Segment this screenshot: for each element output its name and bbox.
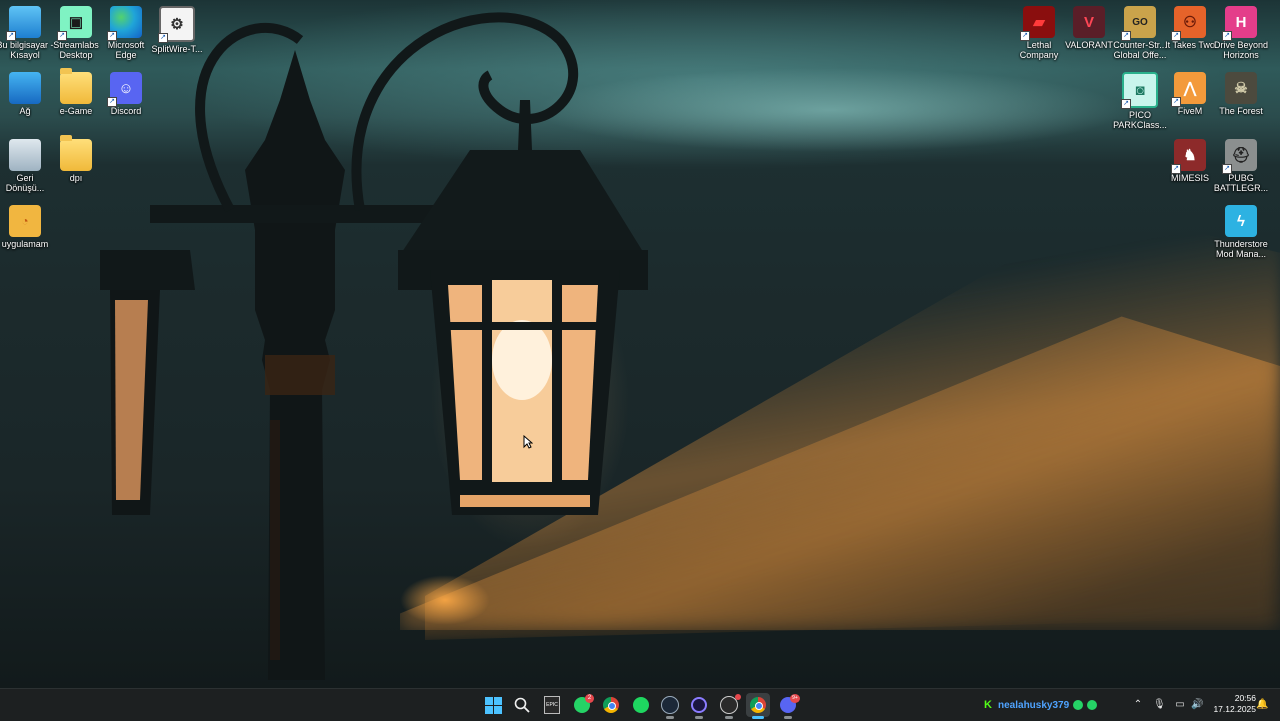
desktop-icon-uygulamam[interactable]: ◔ uygulamam	[0, 205, 54, 249]
windows-start-icon	[484, 696, 502, 714]
taskbar-whatsapp[interactable]: 2	[570, 693, 594, 717]
desktop-icon-the-forest[interactable]: ☠ The Forest	[1212, 72, 1270, 116]
the-forest-icon: ☠	[1225, 72, 1257, 104]
chrome-icon	[750, 697, 766, 713]
drive-beyond-horizons-icon: H ↗	[1222, 6, 1257, 41]
desktop-icon-dpi-folder[interactable]: dpı	[47, 135, 105, 183]
active-indicator	[752, 716, 764, 719]
desktop-icon-thunderstore[interactable]: ϟ Thunderstore Mod Mana...	[1212, 205, 1270, 259]
volume-icon[interactable]: 🔊	[1191, 699, 1203, 711]
edge-icon: ↗	[107, 6, 142, 41]
desktop-icon-valorant[interactable]: V VALORANT	[1060, 6, 1118, 50]
running-indicator	[666, 716, 674, 719]
steam-icon	[661, 696, 679, 714]
taskbar-steam[interactable]	[658, 693, 682, 719]
desktop-wallpaper	[0, 0, 1280, 688]
chrome-icon	[603, 697, 619, 713]
search-icon	[514, 697, 530, 713]
desktop-icon-label: FiveM	[1177, 106, 1203, 116]
network-icon	[9, 72, 41, 104]
computer-icon: ↗	[6, 6, 41, 41]
discord-icon: ☺ ↗	[107, 72, 142, 107]
desktop-icon-discord[interactable]: ☺ ↗ Discord	[97, 72, 155, 116]
desktop-icon-recycle-bin[interactable]: Geri Dönüşü...	[0, 139, 54, 193]
streamlabs-icon: ▣ ↗	[57, 6, 92, 41]
desktop-icon-label: uygulamam	[1, 239, 49, 249]
circle-app-icon	[691, 697, 707, 713]
chevron-up-icon[interactable]: ⌃	[1132, 699, 1144, 711]
taskbar-circle-app[interactable]	[687, 693, 711, 719]
desktop-icon-this-pc[interactable]: ↗ Bu bilgisayar - Kısayol	[0, 6, 54, 60]
kick-icon: K	[984, 699, 992, 711]
fivem-icon: ⋀ ↗	[1171, 72, 1206, 107]
desktop-icon-label: Bu bilgisayar - Kısayol	[0, 40, 54, 60]
taskbar-spotify[interactable]	[629, 693, 653, 717]
taskbar-discord[interactable]: 9+	[776, 693, 800, 719]
running-indicator	[725, 716, 733, 719]
desktop-icon-label: Discord	[110, 106, 142, 116]
desktop-icon-label: It Takes Two	[1165, 40, 1215, 50]
taskbar-tracker[interactable]	[717, 693, 741, 719]
whatsapp-tray-icon[interactable]	[1087, 700, 1098, 710]
desktop-icon-label: SplitWire-T...	[151, 44, 203, 54]
desktop-icon-label: MIMESIS	[1170, 173, 1209, 183]
folder-icon	[60, 68, 92, 104]
running-indicator	[695, 716, 703, 719]
desktop-icon-label: Thunderstore Mod Mana...	[1214, 239, 1268, 259]
notification-badge: 2	[585, 694, 594, 703]
network-tray-icon[interactable]: ▭	[1174, 699, 1186, 711]
desktop-icon-label: PUBG BATTLEGR...	[1213, 173, 1269, 193]
desktop-icon-fivem[interactable]: ⋀ ↗ FiveM	[1161, 72, 1219, 116]
notification-bell-icon[interactable]: 🔔	[1256, 699, 1268, 711]
desktop-icon-mimesis[interactable]: ♞ ↗ MIMESIS	[1161, 139, 1219, 183]
kick-status-widget[interactable]: K nealahusky379	[984, 698, 1098, 712]
desktop-icon-pubg[interactable]: ⛑ ↗ PUBG BATTLEGR...	[1212, 139, 1270, 193]
app-folder-icon: ◔	[9, 205, 41, 237]
desktop-icon-network[interactable]: Ağ	[0, 72, 54, 116]
taskbar-chrome-active[interactable]	[746, 693, 770, 719]
pico-park-icon: ◙ ↗	[1121, 72, 1158, 109]
desktop-icon-splitwire[interactable]: ⚙ ↗ SplitWire-T...	[148, 6, 206, 54]
desktop-icon-label: VALORANT	[1065, 40, 1113, 50]
notification-dot	[735, 694, 741, 700]
desktop-icon-label: Geri Dönüşü...	[5, 173, 45, 193]
taskbar: EPIC 2 9+ K nealahusky379 ⌃ 🎙 ▭ 🔊 20:56 …	[0, 688, 1280, 721]
it-takes-two-icon: ⚇ ↗	[1171, 6, 1206, 41]
whatsapp-tray-icon[interactable]	[1073, 700, 1084, 710]
splitwire-icon: ⚙ ↗	[158, 6, 195, 43]
desktop-icon-it-takes-two[interactable]: ⚇ ↗ It Takes Two	[1161, 6, 1219, 50]
taskbar-chrome[interactable]	[599, 693, 623, 717]
desktop-icon-label: The Forest	[1219, 106, 1263, 116]
taskbar-epic-games[interactable]: EPIC	[540, 693, 564, 717]
lethal-company-icon: ▰ ↗	[1020, 6, 1055, 41]
spotify-icon	[633, 697, 649, 713]
kick-username: nealahusky379	[998, 699, 1070, 711]
clock-time: 20:56	[1234, 693, 1256, 703]
pubg-icon: ⛑ ↗	[1222, 139, 1257, 174]
start-button[interactable]	[481, 693, 505, 717]
system-clock[interactable]: 20:56 17.12.2025	[1208, 693, 1256, 715]
thunderstore-icon: ϟ	[1225, 205, 1257, 237]
folder-icon	[60, 135, 92, 171]
recycle-bin-icon	[9, 139, 41, 171]
desktop-icon-label: Ağ	[19, 106, 31, 116]
running-indicator	[784, 716, 792, 719]
microphone-icon[interactable]: 🎙	[1153, 699, 1166, 711]
notification-badge: 9+	[790, 694, 800, 703]
epic-games-icon: EPIC	[544, 696, 560, 714]
desktop-icon-edge[interactable]: ↗ Microsoft Edge	[97, 6, 155, 60]
mimesis-icon: ♞ ↗	[1171, 139, 1206, 174]
csgo-icon: GO ↗	[1121, 6, 1156, 41]
desktop-icon-label: Drive Beyond Horizons	[1213, 40, 1269, 60]
valorant-icon: V	[1073, 6, 1105, 38]
desktop-icon-label: Microsoft Edge	[107, 40, 145, 60]
desktop-icon-label: dpı	[69, 173, 83, 183]
desktop-icon-drive-beyond-horizons[interactable]: H ↗ Drive Beyond Horizons	[1212, 6, 1270, 60]
search-button[interactable]	[510, 693, 534, 717]
clock-date: 17.12.2025	[1213, 704, 1256, 714]
